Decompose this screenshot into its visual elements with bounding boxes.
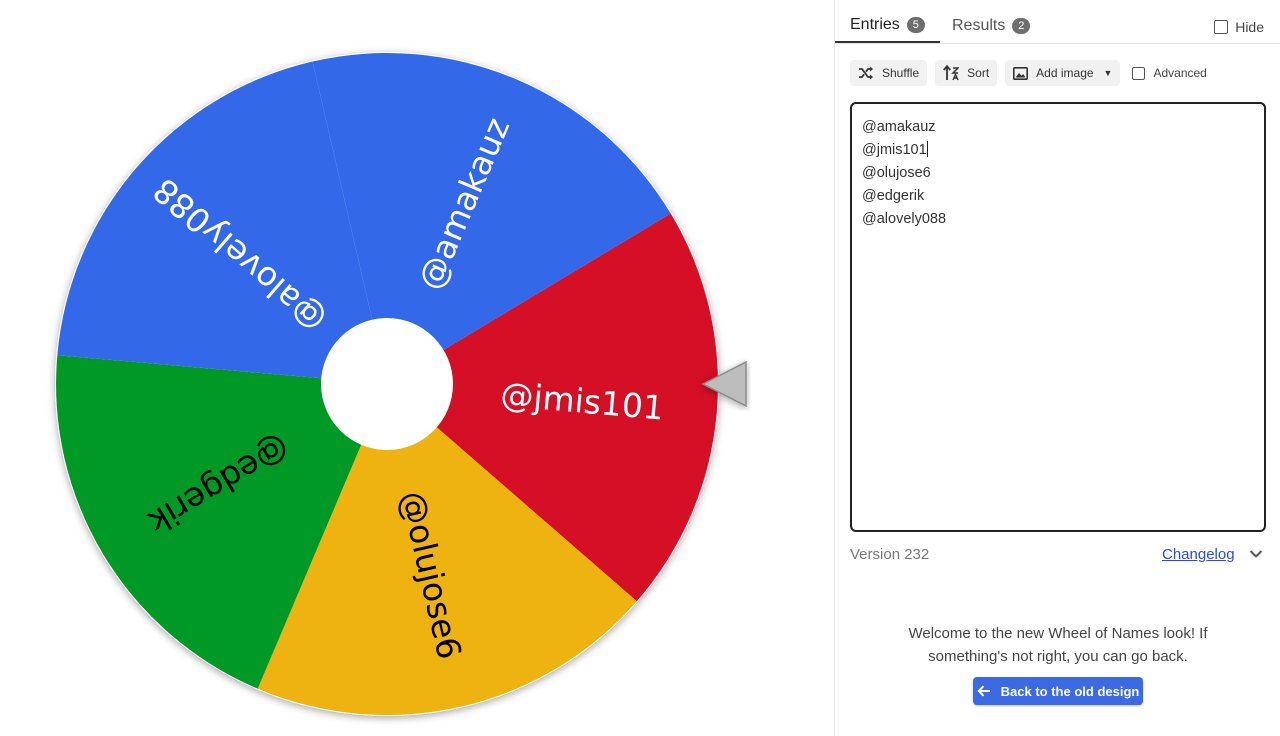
welcome-message: Welcome to the new Wheel of Names look! … <box>908 625 1208 665</box>
tab-entries[interactable]: Entries 5 <box>835 8 940 43</box>
advanced-label: Advanced <box>1153 66 1207 80</box>
advanced-checkbox-box[interactable] <box>1132 66 1146 80</box>
wheel[interactable]: @amakauz@jmis101@olujose6@edgerik@alovel… <box>0 0 834 736</box>
tab-entries-label: Entries <box>850 15 900 33</box>
add-image-button[interactable]: Add image ▼ <box>1005 60 1121 86</box>
entry-line: @alovely088 <box>862 211 947 227</box>
shuffle-button[interactable]: Shuffle <box>850 60 928 86</box>
wheel-center[interactable] <box>321 318 453 450</box>
entry-line: @edgerik <box>862 188 925 204</box>
hide-checkbox[interactable]: Hide <box>1214 19 1264 35</box>
side-panel: Entries 5 Results 2 Hide Shuffle Sort Ad… <box>834 0 1280 736</box>
tab-results[interactable]: Results 2 <box>952 8 1031 43</box>
add-image-label: Add image <box>1036 66 1094 80</box>
sort-icon <box>943 65 960 81</box>
chevron-down-icon[interactable] <box>1249 549 1263 559</box>
tab-divider <box>835 43 1280 44</box>
entries-toolbar: Shuffle Sort Add image ▼ Advanced <box>850 60 1207 86</box>
hide-checkbox-box[interactable] <box>1214 20 1229 34</box>
entries-textarea[interactable]: @amakauz @jmis101 @olujose6 @edgerik @al… <box>850 102 1266 532</box>
entry-line: @olujose6 <box>862 165 931 181</box>
version-label: Version 232 <box>850 546 930 563</box>
results-count-badge: 2 <box>1012 17 1031 34</box>
text-cursor <box>926 141 928 157</box>
entries-count-badge: 5 <box>906 16 925 33</box>
shuffle-label: Shuffle <box>882 66 920 80</box>
changelog-link[interactable]: Changelog <box>1162 546 1235 563</box>
sort-label: Sort <box>967 66 990 80</box>
shuffle-icon <box>859 66 873 80</box>
tab-results-label: Results <box>952 16 1006 34</box>
entry-line: @amakauz <box>862 119 936 135</box>
wheel-area[interactable]: @amakauz @jmis101 @olujose6 @edgerik @alovel… <box>0 0 834 736</box>
image-icon <box>1013 66 1029 80</box>
back-button-label: Back to the old design <box>1000 683 1140 699</box>
hide-label: Hide <box>1235 19 1264 35</box>
arrow-left-icon <box>977 685 990 697</box>
back-to-old-design-button[interactable]: Back to the old design <box>973 677 1143 705</box>
caret-down-icon: ▼ <box>1103 68 1113 78</box>
advanced-checkbox[interactable]: Advanced <box>1132 66 1207 80</box>
sort-button[interactable]: Sort <box>935 60 998 86</box>
entry-line: @jmis101 <box>862 141 928 158</box>
